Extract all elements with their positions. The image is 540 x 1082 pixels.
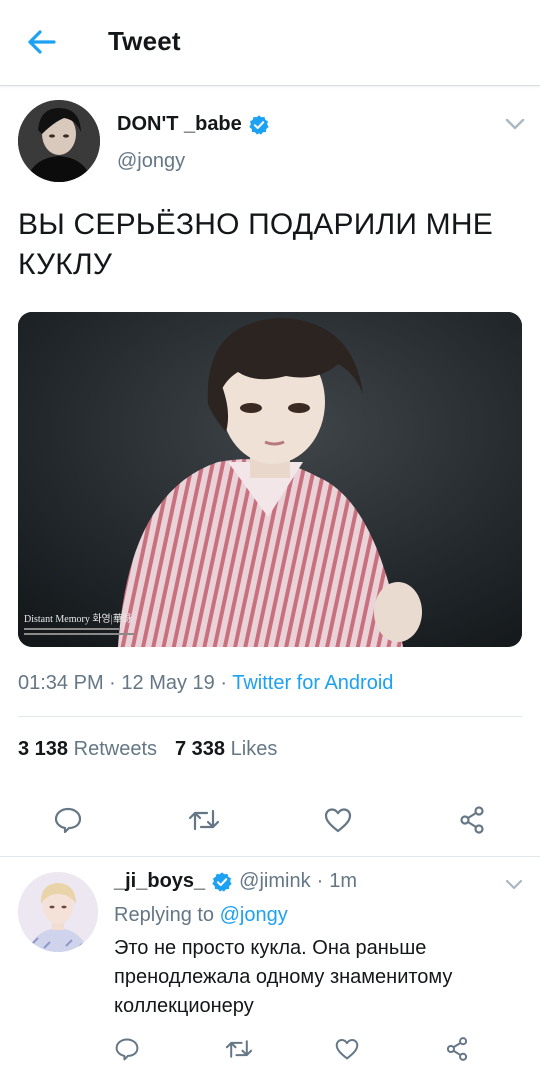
share-icon	[460, 806, 484, 834]
tweet-date: 12 May 19	[121, 672, 215, 694]
retweets-label: Retweets	[73, 738, 157, 760]
chevron-down-icon[interactable]	[504, 878, 524, 892]
share-icon	[446, 1037, 468, 1061]
heart-icon	[324, 808, 352, 833]
reply-author-handle[interactable]: @jimink	[239, 870, 310, 893]
retweet-button[interactable]	[184, 800, 224, 840]
back-button[interactable]	[18, 22, 66, 62]
verified-badge-icon	[249, 114, 269, 135]
reply-icon	[54, 807, 82, 834]
replying-to-label: Replying to	[114, 904, 215, 926]
replying-to: Replying to @jongy	[114, 904, 288, 927]
author-name-row[interactable]: DON'T _babe	[117, 113, 270, 136]
retweet-icon	[188, 809, 220, 831]
tweet-time: 01:34 PM	[18, 672, 104, 694]
author-avatar[interactable]	[18, 100, 100, 182]
reply-time: 1m	[329, 870, 358, 892]
reply-header: _ji_boys_ @jimink · 1m	[114, 870, 358, 893]
share-button[interactable]	[452, 800, 492, 840]
likes-label: Likes	[230, 738, 278, 760]
like-button[interactable]	[318, 800, 358, 840]
reply-reply-button[interactable]	[110, 1032, 144, 1066]
retweets-stat[interactable]: 3 138 Retweets	[18, 738, 157, 760]
arrow-left-icon	[28, 30, 56, 54]
tweet-stats: 3 138 Retweets 7 338 Likes	[18, 738, 277, 761]
reply-share-button[interactable]	[440, 1032, 474, 1066]
reply-retweet-button[interactable]	[222, 1032, 256, 1066]
author-handle[interactable]: @jongy	[117, 150, 185, 173]
tweet-image[interactable]: Distant Memory 화영|華詠	[18, 312, 522, 647]
top-bar: Tweet	[0, 0, 540, 86]
retweet-icon	[225, 1040, 253, 1058]
chevron-down-icon[interactable]	[504, 116, 526, 132]
divider	[18, 716, 522, 717]
divider	[0, 856, 540, 857]
tweet-text: ВЫ СЕРЬЁЗНО ПОДАРИЛИ МНЕ КУКЛУ	[18, 208, 493, 281]
heart-icon	[335, 1039, 359, 1060]
replying-to-handle[interactable]: @jongy	[220, 904, 288, 926]
likes-stat[interactable]: 7 338 Likes	[175, 738, 277, 760]
author-name[interactable]: DON'T _babe	[117, 113, 242, 136]
reply-author-name[interactable]: _ji_boys_	[114, 870, 205, 893]
reply-author-avatar[interactable]	[18, 872, 98, 952]
reply-button[interactable]	[48, 800, 88, 840]
reply-text: Это не просто кукла. Она раньше пренодле…	[114, 937, 453, 1017]
reply-icon	[115, 1038, 139, 1061]
reply-like-button[interactable]	[330, 1032, 364, 1066]
verified-badge-icon	[212, 871, 232, 892]
retweets-count: 3 138	[18, 738, 69, 760]
tweet-source-link[interactable]: Twitter for Android	[232, 672, 393, 694]
likes-count: 7 338	[175, 738, 226, 760]
page-title: Tweet	[108, 26, 181, 56]
tweet-meta: 01:34 PM · 12 May 19 · Twitter for Andro…	[18, 672, 394, 694]
image-watermark: Distant Memory 화영|華詠	[24, 612, 133, 625]
